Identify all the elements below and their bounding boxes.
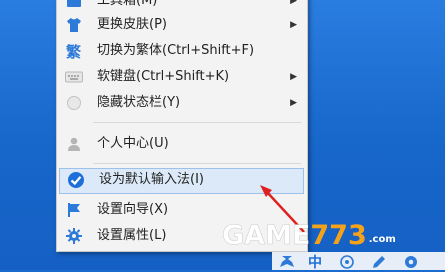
- shirt-icon: [65, 16, 83, 34]
- gear-icon: [65, 227, 83, 245]
- submenu-arrow-icon: ▶: [290, 72, 297, 82]
- checkmark-icon: [67, 171, 85, 189]
- menu-item-label: 设置向导(X): [97, 202, 169, 217]
- menu-item-label: 隐藏状态栏(Y): [97, 95, 181, 110]
- traditional-chinese-icon: 繁: [65, 42, 83, 60]
- tray-language-indicator[interactable]: 中: [304, 253, 326, 271]
- ime-context-menu: 工具箱(M) ▶ 更换皮肤(P) ▶ 繁 切换为繁体(Ctrl+Shift+F)…: [56, 0, 308, 252]
- watermark-number: 773: [310, 220, 367, 251]
- watermark-domain: .com: [368, 234, 396, 245]
- menu-item-soft-keyboard[interactable]: 软键盘(Ctrl+Shift+K) ▶: [57, 65, 307, 89]
- tray-gear-icon[interactable]: [400, 253, 422, 271]
- flag-icon: [65, 201, 83, 219]
- keyboard-icon: [65, 68, 83, 86]
- menu-item-setup-wizard[interactable]: 设置向导(X): [57, 198, 307, 222]
- menu-item-set-default-ime[interactable]: 设为默认输入法(I): [59, 168, 304, 194]
- hide-statusbar-icon: [65, 94, 83, 112]
- user-icon: [65, 135, 83, 153]
- tray-skin-icon[interactable]: [276, 253, 298, 271]
- menu-separator: [93, 122, 301, 123]
- menu-item-toolbox[interactable]: 工具箱(M) ▶: [57, 0, 307, 13]
- menu-item-label: 设为默认输入法(I): [99, 172, 204, 187]
- menu-item-label: 设置属性(L): [97, 228, 167, 243]
- submenu-arrow-icon: ▶: [290, 20, 297, 30]
- menu-item-personal-center[interactable]: 个人中心(U): [57, 132, 307, 156]
- menu-item-hide-statusbar[interactable]: 隐藏状态栏(Y) ▶: [57, 91, 307, 115]
- menu-item-label: 工具箱(M): [97, 0, 158, 8]
- game773-watermark: GAME773 .com: [222, 220, 396, 254]
- menu-item-label: 切换为繁体(Ctrl+Shift+F): [97, 43, 255, 58]
- menu-item-change-skin[interactable]: 更换皮肤(P) ▶: [57, 13, 307, 37]
- menu-item-traditional[interactable]: 繁 切换为繁体(Ctrl+Shift+F): [57, 39, 307, 63]
- menu-item-label: 个人中心(U): [97, 136, 169, 151]
- toolbox-icon: [65, 0, 83, 10]
- tray-pen-icon[interactable]: [368, 253, 390, 271]
- tray-punctuation-icon[interactable]: [336, 253, 358, 271]
- svg-text:繁: 繁: [65, 43, 82, 60]
- menu-separator: [93, 163, 301, 164]
- watermark-game: GAME: [222, 220, 311, 252]
- menu-item-label: 更换皮肤(P): [97, 17, 167, 32]
- submenu-arrow-icon: ▶: [290, 0, 297, 6]
- submenu-arrow-icon: ▶: [290, 98, 297, 108]
- menu-item-label: 软键盘(Ctrl+Shift+K): [97, 69, 230, 84]
